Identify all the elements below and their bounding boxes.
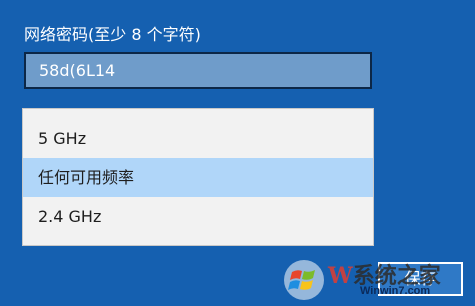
- frequency-option-2-4ghz[interactable]: 2.4 GHz: [23, 197, 373, 236]
- password-label: 网络密码(至少 8 个字符): [24, 25, 201, 44]
- windows-logo-icon: [284, 260, 324, 300]
- password-input[interactable]: 58d(6L14: [24, 52, 372, 89]
- frequency-option-any[interactable]: 任何可用频率: [23, 158, 373, 197]
- frequency-dropdown-list: 5 GHz 任何可用频率 2.4 GHz: [22, 108, 374, 246]
- save-button[interactable]: 保存: [378, 262, 463, 296]
- frequency-option-5ghz[interactable]: 5 GHz: [23, 119, 373, 158]
